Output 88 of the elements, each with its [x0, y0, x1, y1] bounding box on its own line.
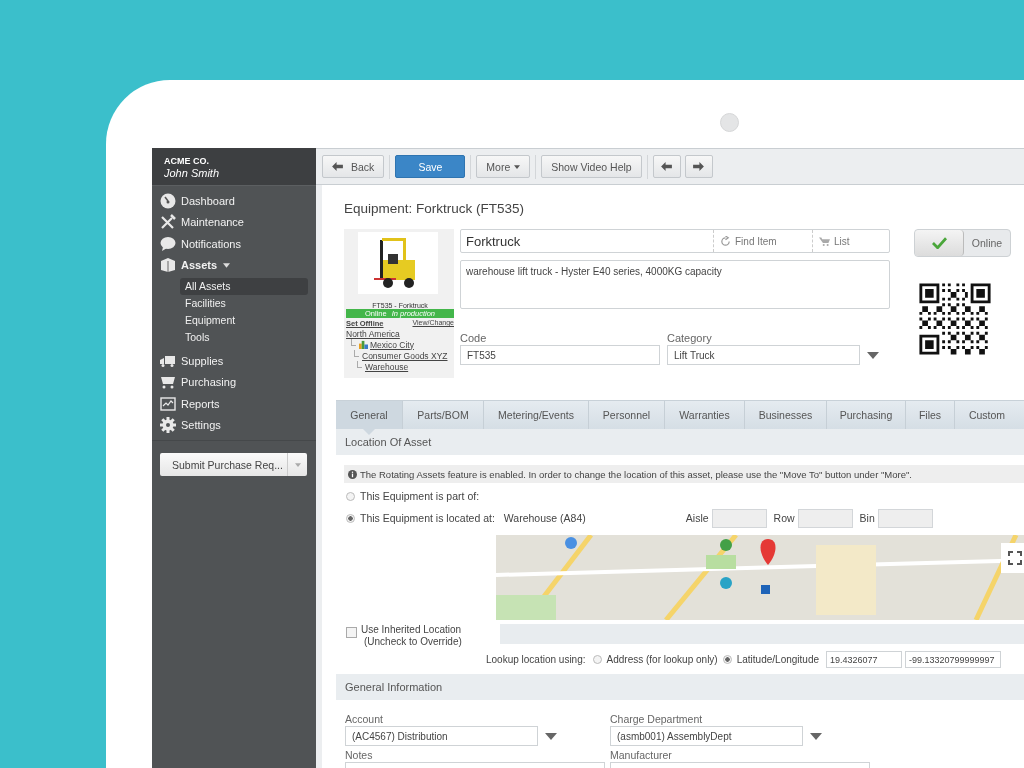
user-name: John Smith: [164, 167, 221, 179]
speech-bubble-icon: [160, 235, 176, 252]
radio-label: This Equipment is part of:: [360, 490, 480, 502]
find-item-button[interactable]: Find Item: [713, 230, 812, 252]
checkbox-label: Use Inherited Location: [361, 624, 463, 635]
next-button[interactable]: [684, 155, 713, 178]
gauge-icon: [160, 192, 176, 209]
radio-label: This Equipment is located at:: [360, 512, 495, 524]
dropdown-caret-icon[interactable]: [810, 732, 822, 740]
select-field[interactable]: (asmb001) AssemblyDept: [610, 726, 803, 746]
field-label: Manufacturer: [610, 749, 673, 762]
location-value: Warehouse (A84): [503, 512, 587, 524]
radio-button[interactable]: [592, 655, 602, 664]
longitude-field[interactable]: -99.13320799999997: [905, 651, 1001, 668]
select-field[interactable]: (AC4567) Distribution: [345, 726, 538, 746]
online-toggle[interactable]: Online: [914, 229, 1011, 257]
list-button[interactable]: List: [812, 230, 889, 252]
radio-button[interactable]: [346, 491, 355, 501]
nav-item[interactable]: Dashboard: [152, 190, 316, 212]
caret-icon: [514, 164, 521, 169]
nav-item[interactable]: Notifications: [152, 233, 316, 255]
slot-label: Bin: [859, 512, 875, 524]
info-icon: [348, 469, 357, 479]
radio-button[interactable]: [346, 513, 355, 523]
field-label: Account: [345, 713, 384, 726]
fullscreen-icon: [1008, 551, 1022, 565]
location-link[interactable]: Warehouse: [365, 361, 409, 372]
category-field[interactable]: Lift Truck: [667, 345, 860, 365]
company-name: ACME CO.: [164, 156, 210, 166]
nav-subitem[interactable]: Equipment: [180, 312, 308, 329]
save-button[interactable]: Save: [395, 155, 466, 178]
nav-item[interactable]: Settings: [152, 414, 316, 436]
location-link[interactable]: Mexico City: [370, 339, 414, 350]
slot-label: Row: [773, 512, 795, 524]
arrow-left-icon: [332, 162, 343, 171]
nav-item[interactable]: Purchasing: [152, 371, 316, 393]
nav-item[interactable]: Maintenance: [152, 211, 316, 233]
field-label: Charge Department: [610, 713, 704, 726]
chart-icon: [160, 395, 176, 412]
code-field[interactable]: FT535: [460, 345, 660, 365]
slot-field[interactable]: [711, 508, 767, 528]
arrow-right-icon: [693, 162, 705, 171]
field-label: Category: [667, 332, 713, 345]
refresh-icon: [720, 235, 731, 247]
back-button[interactable]: Back: [322, 155, 385, 178]
radio-label: Address (for lookup only): [606, 654, 718, 665]
slot-label: Aisle: [685, 512, 709, 524]
checkbox[interactable]: [346, 627, 357, 638]
dropdown-caret-icon[interactable]: [545, 732, 557, 740]
nav-item[interactable]: Assets: [152, 254, 316, 276]
camera-dot: [720, 113, 739, 132]
submit-purchase-button[interactable]: Submit Purchase Req...: [160, 453, 307, 476]
description-field[interactable]: warehouse lift truck - Hyster E40 series, 4000KG capacity: [460, 260, 890, 309]
nav-subitem[interactable]: Tools: [180, 329, 308, 346]
info-text: The Rotating Assets feature is enabled. In order to change the location of this asset, please use the "Move To" button under "More".: [360, 468, 912, 480]
lookup-label: Lookup location using:: [486, 654, 586, 665]
box-icon: [160, 257, 176, 274]
field-label: Code: [460, 332, 488, 345]
radio-button[interactable]: [722, 655, 732, 664]
page-title: Equipment: Forktruck (FT535): [344, 201, 526, 217]
slot-field[interactable]: [797, 508, 853, 528]
arrow-left-icon: [661, 162, 673, 171]
settings-icon: [160, 417, 176, 434]
dropdown-caret-icon[interactable]: [867, 351, 879, 359]
tab[interactable]: Custom: [955, 401, 1019, 429]
previous-button[interactable]: [652, 155, 681, 178]
fullscreen-button[interactable]: [1001, 543, 1024, 573]
slot-field[interactable]: [877, 508, 933, 528]
nav-subitem[interactable]: All Assets: [180, 278, 308, 295]
more-button[interactable]: More: [476, 155, 531, 178]
nav-item[interactable]: Supplies: [152, 350, 316, 372]
video-help-button[interactable]: Show Video Help: [541, 155, 642, 178]
caret-icon: [294, 462, 301, 467]
location-link[interactable]: North America: [346, 328, 400, 339]
checkmark-icon: [931, 237, 947, 249]
cart-icon: [819, 235, 830, 247]
radio-label: Latitude/Longitude: [736, 654, 819, 665]
cart-icon: [160, 374, 176, 391]
latitude-field[interactable]: 19.4326077: [826, 651, 902, 668]
field-label: Notes: [345, 749, 374, 762]
checkbox-hint: (Uncheck to Override): [363, 636, 463, 647]
location-link[interactable]: Consumer Goods XYZ: [362, 350, 448, 361]
nav-item[interactable]: Reports: [152, 393, 316, 415]
nav-subitem[interactable]: Facilities: [180, 295, 308, 312]
section-header: General Information: [336, 674, 1024, 700]
name-field[interactable]: Forktruck Find Item List: [460, 229, 890, 253]
wrench-hammer-icon: [160, 214, 176, 231]
section-header: Location Of Asset: [336, 429, 1024, 455]
